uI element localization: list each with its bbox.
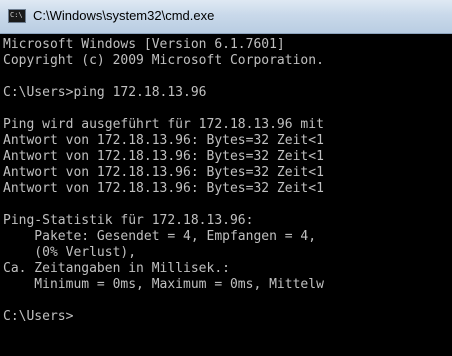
- console-line: C:\Users>ping 172.18.13.96: [3, 85, 207, 100]
- console-line: Pakete: Gesendet = 4, Empfangen = 4,: [3, 229, 317, 244]
- icon-label: C:\: [10, 11, 23, 19]
- cmd-window: C:\ C:\Windows\system32\cmd.exe Microsof…: [0, 0, 452, 356]
- console-line: Minimum = 0ms, Maximum = 0ms, Mittelw: [3, 277, 324, 292]
- console-output[interactable]: Microsoft Windows [Version 6.1.7601] Cop…: [0, 34, 452, 356]
- title-bar[interactable]: C:\ C:\Windows\system32\cmd.exe: [0, 0, 452, 34]
- console-prompt: C:\Users>: [3, 309, 74, 324]
- console-line: Ca. Zeitangaben in Millisek.:: [3, 261, 230, 276]
- console-line: Copyright (c) 2009 Microsoft Corporation…: [3, 53, 324, 68]
- console-line: (0% Verlust),: [3, 245, 137, 260]
- cmd-console-icon[interactable]: C:\: [8, 9, 26, 23]
- console-line: Antwort von 172.18.13.96: Bytes=32 Zeit<…: [3, 165, 324, 180]
- console-line: Ping wird ausgeführt für 172.18.13.96 mi…: [3, 117, 324, 132]
- console-line: Antwort von 172.18.13.96: Bytes=32 Zeit<…: [3, 181, 324, 196]
- console-line: Ping-Statistik für 172.18.13.96:: [3, 213, 254, 228]
- console-line: Microsoft Windows [Version 6.1.7601]: [3, 37, 285, 52]
- window-title: C:\Windows\system32\cmd.exe: [33, 8, 215, 23]
- console-line: Antwort von 172.18.13.96: Bytes=32 Zeit<…: [3, 133, 324, 148]
- console-line: Antwort von 172.18.13.96: Bytes=32 Zeit<…: [3, 149, 324, 164]
